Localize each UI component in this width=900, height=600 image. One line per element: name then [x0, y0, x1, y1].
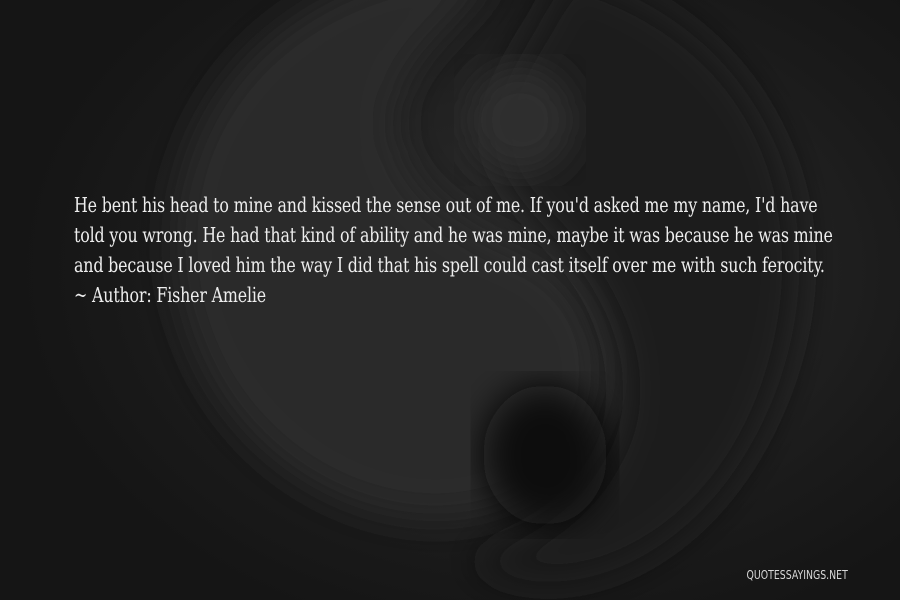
quote-block: He bent his head to mine and kissed the …	[74, 190, 854, 310]
site-watermark: QUOTESSAYINGS.NET	[746, 568, 848, 582]
quote-card: He bent his head to mine and kissed the …	[0, 0, 900, 600]
author-prefix: ~ Author:	[74, 283, 157, 307]
author-line: ~ Author: Fisher Amelie	[74, 280, 745, 310]
author-name[interactable]: Fisher Amelie	[156, 283, 266, 307]
quote-text: He bent his head to mine and kissed the …	[74, 193, 833, 277]
